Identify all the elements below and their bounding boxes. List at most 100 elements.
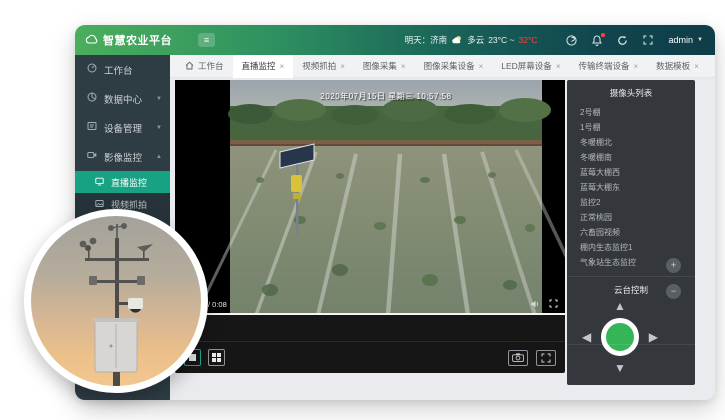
sidebar-subitem-label: 直播监控 [111,176,147,189]
video-frame [230,80,542,315]
grid-view-icon [212,353,221,362]
fullscreen-corners-icon [541,353,551,363]
camera-list-item[interactable]: 棚内生态监控1 [567,240,695,255]
home-icon [185,61,194,72]
ptz-dpad: ▲ ▼ ◀ ▶ [583,302,657,372]
sidebar-item-device-mgmt[interactable]: 设备管理 ▼ [75,113,170,142]
zoom-in-button[interactable]: + [666,258,681,273]
tab-label: 直播监控 [242,60,276,72]
tab-transfer-devices[interactable]: 传输终端设备 × [569,55,647,78]
tab-live-monitor[interactable]: 直播监控 × [233,55,294,78]
tab-label: 图像采集 [363,60,397,72]
sidebar-item-label: 影像监控 [104,150,142,164]
camera-list-item[interactable]: 冬暖棚南 [567,150,695,165]
player-fullscreen-button[interactable] [536,350,556,366]
tab-region-mgmt[interactable]: 区域管理 × [708,55,715,78]
weather-info: 明天：济南 多云 23°C ~ 32°C [405,34,538,46]
fullscreen-icon[interactable] [643,35,653,45]
close-icon[interactable]: × [556,62,561,71]
volume-icon[interactable] [531,295,540,313]
app-title: 智慧农业平台 [103,32,172,48]
help-icon[interactable] [566,35,577,46]
grid-view-button[interactable] [208,349,225,366]
tab-data-template[interactable]: 数据模板 × [647,55,708,78]
chevron-down-icon: ▼ [156,96,162,102]
tab-image-collect[interactable]: 图像采集 × [354,55,415,78]
tab-image-devices[interactable]: 图像采集设备 × [415,55,493,78]
sidebar-toggle-button[interactable]: ≡ [198,33,215,47]
main-content: 2020年07月15日 星期三 10:57:58 / 0:08 [170,78,715,400]
tab-workbench[interactable]: 工作台 [176,55,233,78]
camera-panel: 摄像头列表 2号棚 1号棚 冬暖棚北 冬暖棚南 蓝莓大棚西 蓝莓大棚东 监控2 … [567,80,695,385]
notification-badge [601,33,605,37]
app-header: 智慧农业平台 ≡ 明天：济南 多云 23°C ~ 32°C [75,25,715,55]
camera-list-item[interactable]: 2号棚 [567,105,695,120]
zoom-out-button[interactable]: − [666,284,681,299]
snapshot-icon [95,199,104,210]
ptz-right-icon[interactable]: ▶ [649,331,658,343]
ptz-left-icon[interactable]: ◀ [582,331,591,343]
sidebar-subitem-live-monitor[interactable]: 直播监控 [75,171,170,193]
ptz-up-icon[interactable]: ▲ [614,300,626,312]
tab-label: 视频抓拍 [302,60,336,72]
weather-condition: 多云 [467,34,484,46]
camera-icon [512,353,524,362]
camera-list-item[interactable]: 六畜园视频 [567,225,695,240]
close-icon[interactable]: × [280,62,285,71]
weather-temp-low: 23°C ~ [488,35,514,45]
chevron-up-icon: ▲ [156,154,162,160]
live-monitor-icon [95,177,104,188]
sidebar-item-data-center[interactable]: 数据中心 ▼ [75,84,170,113]
chevron-down-icon: ▼ [697,37,703,43]
video-progress-bar[interactable] [175,313,565,315]
close-icon[interactable]: × [401,62,406,71]
field-scene [230,80,542,315]
device-icon [87,121,97,134]
camera-list-item[interactable]: 蓝莓大棚西 [567,165,695,180]
tab-video-capture[interactable]: 视频抓拍 × [293,55,354,78]
pie-chart-icon [87,92,97,105]
camera-list-item[interactable]: 正常桃园 [567,210,695,225]
username: admin [669,35,694,45]
camera-list-item[interactable]: 监控2 [567,195,695,210]
tab-bar: 工作台 直播监控 × 视频抓拍 × 图像采集 × 图像采集设备 × LED屏幕设… [170,55,715,78]
video-time-display: / 0:08 [205,299,230,310]
tab-label: 图像采集设备 [424,60,475,72]
sidebar-item-workbench[interactable]: 工作台 [75,55,170,84]
sidebar-item-label: 工作台 [104,63,133,77]
ptz-center-button[interactable] [601,318,639,356]
player-toolbar [175,341,565,373]
refresh-icon[interactable] [617,35,628,46]
video-player: 2020年07月15日 星期三 10:57:58 / 0:08 [175,80,565,373]
video-timestamp-overlay: 2020年07月15日 星期三 10:57:58 [230,91,542,102]
hamburger-icon: ≡ [204,35,209,45]
camera-list-item[interactable]: 冬暖棚北 [567,135,695,150]
app-logo: 智慧农业平台 [85,32,172,48]
header-actions [566,35,653,46]
tab-led-devices[interactable]: LED屏幕设备 × [492,55,569,78]
camera-list: 2号棚 1号棚 冬暖棚北 冬暖棚南 蓝莓大棚西 蓝莓大棚东 监控2 正常桃园 六… [567,105,695,270]
weather-temp-high: 32°C [519,35,538,45]
weather-station-illustration [31,216,201,386]
tab-label: LED屏幕设备 [501,60,552,72]
snapshot-button[interactable] [508,350,528,366]
tab-label: 工作台 [198,60,224,72]
camera-list-item[interactable]: 蓝莓大棚东 [567,180,695,195]
video-viewport[interactable]: 2020年07月15日 星期三 10:57:58 / 0:08 [175,80,565,315]
sidebar-item-label: 数据中心 [104,92,142,106]
close-icon[interactable]: × [479,62,484,71]
ptz-down-icon[interactable]: ▼ [614,362,626,374]
user-menu[interactable]: admin ▼ [669,35,703,45]
weather-city: 明天：济南 [405,34,448,46]
sidebar-item-label: 设备管理 [104,121,142,135]
close-icon[interactable]: × [694,62,699,71]
close-icon[interactable]: × [634,62,639,71]
chevron-down-icon: ▼ [156,125,162,131]
close-icon[interactable]: × [340,62,345,71]
notification-bell-icon[interactable] [592,35,602,46]
expand-icon[interactable] [549,295,558,313]
sidebar-item-video-monitor[interactable]: 影像监控 ▲ [75,142,170,171]
ptz-zoom-controls: + − [666,258,681,299]
camera-list-title: 摄像头列表 [567,80,695,105]
camera-list-item[interactable]: 1号棚 [567,120,695,135]
